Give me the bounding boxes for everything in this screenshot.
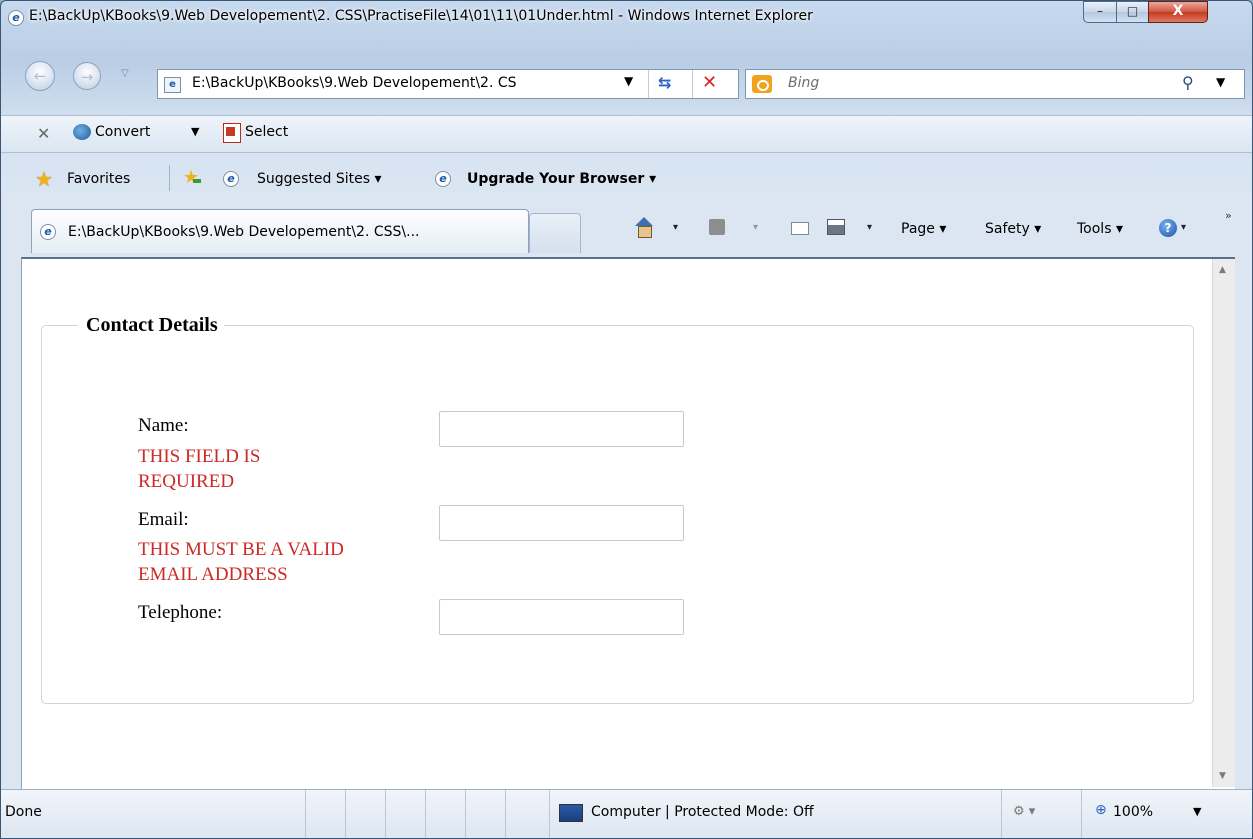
suggested-sites-link[interactable]: Suggested Sites ▾ <box>257 171 382 187</box>
name-error-line2: REQUIRED <box>138 471 235 492</box>
favorites-star-icon: ★ <box>35 167 53 191</box>
close-button[interactable]: X <box>1148 1 1208 23</box>
telephone-field[interactable] <box>439 599 684 635</box>
feeds-icon[interactable] <box>709 219 725 235</box>
select-icon <box>223 123 241 143</box>
forward-button[interactable]: → <box>73 62 101 90</box>
convert-dropdown-icon[interactable]: ▼ <box>191 125 199 138</box>
convert-icon <box>73 124 91 140</box>
more-commands-chevron-icon[interactable]: » <box>1225 209 1232 222</box>
tools-menu[interactable]: Tools ▾ <box>1077 221 1123 237</box>
forward-arrow-icon: → <box>80 68 94 86</box>
scroll-up-icon[interactable]: ▲ <box>1219 265 1226 275</box>
search-options-dropdown[interactable]: ▼ <box>1216 75 1225 89</box>
mail-icon[interactable] <box>791 222 809 235</box>
address-bar[interactable]: e E:\BackUp\KBooks\9.Web Developement\2.… <box>157 69 739 99</box>
telephone-label: Telephone: <box>138 602 223 623</box>
status-divider <box>345 790 346 838</box>
status-text: Done <box>5 804 42 820</box>
upgrade-browser-link[interactable]: Upgrade Your Browser ▾ <box>467 171 656 187</box>
safety-menu[interactable]: Safety ▾ <box>985 221 1041 237</box>
help-icon[interactable]: ? <box>1159 219 1177 237</box>
name-field[interactable] <box>439 411 684 447</box>
search-box[interactable]: Bing ⚲ ▼ <box>745 69 1245 99</box>
add-to-favorites-icon[interactable]: ★ <box>183 167 202 188</box>
window-title: E:\BackUp\KBooks\9.Web Developement\2. C… <box>29 8 813 24</box>
search-icon[interactable]: ⚲ <box>1182 73 1194 92</box>
stop-icon[interactable]: ✕ <box>702 72 717 93</box>
status-divider <box>1001 790 1002 838</box>
zoom-dropdown-icon[interactable]: ▼ <box>1193 805 1201 818</box>
address-dropdown-icon[interactable]: ▼ <box>624 74 633 88</box>
ie-logo-icon: e <box>8 10 24 26</box>
scroll-down-icon[interactable]: ▼ <box>1219 771 1226 781</box>
close-icon: X <box>1172 3 1184 19</box>
home-icon[interactable] <box>633 217 655 239</box>
pdf-toolbar: ✕ Convert ▼ Select <box>1 115 1252 153</box>
add-ons-icon[interactable]: ⚙ ▾ <box>1013 804 1035 819</box>
favorites-separator <box>169 165 170 191</box>
zoom-level[interactable]: 100% <box>1113 804 1153 820</box>
minimize-icon: – <box>1097 4 1103 18</box>
title-bar: e E:\BackUp\KBooks\9.Web Developement\2.… <box>1 1 1252 35</box>
page-icon: e <box>164 77 181 93</box>
name-label: Name: <box>138 415 189 436</box>
back-button[interactable]: ← <box>25 61 55 91</box>
search-input[interactable]: Bing <box>788 75 819 91</box>
tab-page-icon: e <box>40 224 56 240</box>
contact-details-fieldset: Contact Details Name: THIS FIELD IS REQU… <box>41 314 1194 704</box>
page-content: Contact Details Name: THIS FIELD IS REQU… <box>21 257 1235 789</box>
computer-zone-icon <box>559 804 583 822</box>
maximize-button[interactable]: □ <box>1116 1 1149 23</box>
select-button[interactable]: Select <box>245 124 288 140</box>
back-arrow-icon: ← <box>33 67 47 85</box>
status-divider <box>385 790 386 838</box>
new-tab-button[interactable] <box>529 213 581 253</box>
email-field[interactable] <box>439 505 684 541</box>
close-toolbar-icon[interactable]: ✕ <box>37 124 50 143</box>
page-menu[interactable]: Page ▾ <box>901 221 946 237</box>
address-separator <box>648 70 649 98</box>
status-bar: Done Computer | Protected Mode: Off ⚙ ▾ … <box>1 789 1252 838</box>
home-dropdown-icon[interactable]: ▾ <box>673 222 678 233</box>
status-divider <box>1081 790 1082 838</box>
suggested-sites-icon: e <box>223 171 239 187</box>
address-url[interactable]: E:\BackUp\KBooks\9.Web Developement\2. C… <box>192 75 612 91</box>
print-dropdown-icon[interactable]: ▾ <box>867 222 872 233</box>
name-error-line1: THIS FIELD IS <box>138 446 261 467</box>
refresh-icon[interactable]: ⇆ <box>658 73 671 92</box>
security-zone-text[interactable]: Computer | Protected Mode: Off <box>591 804 814 820</box>
email-error-line2: EMAIL ADDRESS <box>138 564 288 585</box>
address-separator <box>692 70 693 98</box>
favorites-bar: ★ Favorites ★ e Suggested Sites ▾ e Upgr… <box>1 155 1252 203</box>
browser-window: e E:\BackUp\KBooks\9.Web Developement\2.… <box>0 0 1253 839</box>
favorites-button[interactable]: Favorites <box>67 171 130 187</box>
vertical-scrollbar[interactable]: ▲ ▼ <box>1212 259 1235 787</box>
status-divider <box>305 790 306 838</box>
tab-active[interactable]: e E:\BackUp\KBooks\9.Web Developement\2.… <box>31 209 529 253</box>
tab-label: E:\BackUp\KBooks\9.Web Developement\2. C… <box>68 224 420 240</box>
upgrade-browser-icon: e <box>435 171 451 187</box>
status-divider <box>425 790 426 838</box>
bing-logo-icon <box>752 75 772 93</box>
status-divider <box>465 790 466 838</box>
email-error-line1: THIS MUST BE A VALID <box>138 539 344 560</box>
convert-button[interactable]: Convert <box>95 124 150 140</box>
feeds-dropdown-icon[interactable]: ▾ <box>753 222 758 233</box>
maximize-icon: □ <box>1126 4 1139 18</box>
recent-pages-dropdown[interactable]: ▽ <box>121 68 129 79</box>
contact-details-legend: Contact Details <box>86 314 218 336</box>
email-label: Email: <box>138 509 189 530</box>
status-divider <box>549 790 550 838</box>
zoom-icon[interactable]: ⊕ <box>1095 802 1107 818</box>
minimize-button[interactable]: – <box>1083 1 1117 23</box>
help-dropdown-icon[interactable]: ▾ <box>1181 222 1186 233</box>
tab-row: e E:\BackUp\KBooks\9.Web Developement\2.… <box>1 205 1252 257</box>
status-divider <box>505 790 506 838</box>
print-icon[interactable] <box>827 219 845 235</box>
